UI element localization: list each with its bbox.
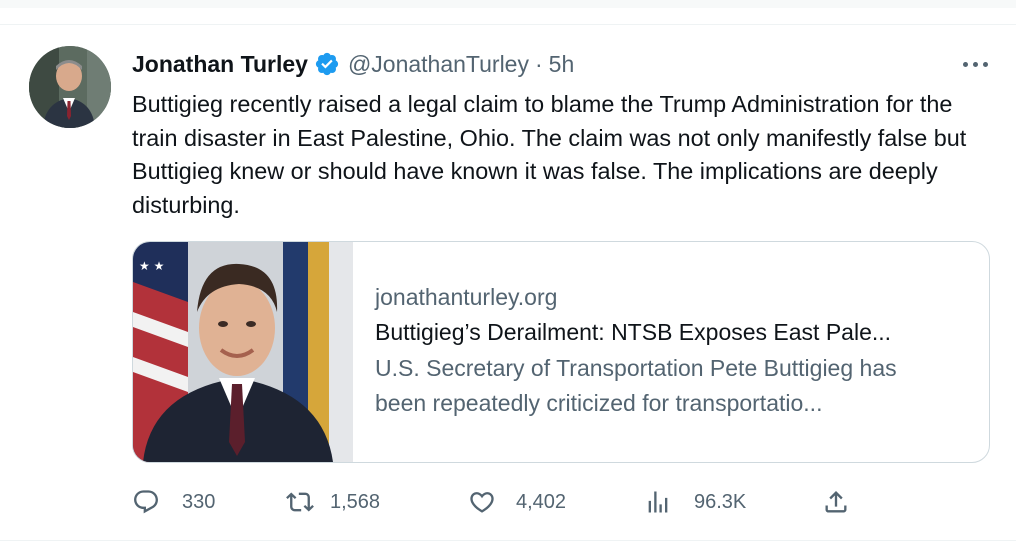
views-button[interactable]: 96.3K	[644, 486, 746, 518]
share-button[interactable]	[822, 486, 850, 518]
heart-icon	[468, 488, 496, 516]
tweet-header: Jonathan Turley @JonathanTurley · 5h	[132, 48, 574, 80]
reply-count: 330	[182, 490, 216, 513]
author-handle[interactable]: @JonathanTurley	[348, 51, 529, 78]
views-icon	[644, 488, 672, 516]
author-avatar[interactable]	[29, 46, 111, 128]
like-count: 4,402	[516, 490, 567, 513]
link-preview-card[interactable]: ★ ★ jonathanturley.org Buttigieg’s Derai…	[132, 241, 990, 463]
tweet-timestamp[interactable]: 5h	[549, 51, 575, 78]
views-count: 96.3K	[694, 490, 747, 513]
verified-badge-icon	[314, 51, 340, 77]
retweet-icon	[286, 488, 314, 516]
tweet-text: Buttigieg recently raised a legal claim …	[132, 91, 967, 218]
card-title: Buttigieg’s Derailment: NTSB Exposes Eas…	[375, 319, 892, 345]
author-name[interactable]: Jonathan Turley	[132, 51, 308, 78]
card-domain: jonathanturley.org	[375, 284, 558, 310]
retweet-count: 1,568	[330, 490, 381, 513]
reply-button[interactable]: 330	[132, 486, 215, 518]
reply-icon	[132, 488, 160, 516]
card-description: U.S. Secretary of Transportation Pete Bu…	[375, 355, 897, 416]
more-options-icon[interactable]	[955, 52, 995, 76]
svg-text:★ ★: ★ ★	[139, 259, 164, 273]
previous-tweet-edge	[0, 0, 1016, 8]
separator-dot: ·	[534, 50, 543, 77]
tweet-actions-bar: 330 1,568 4,402 96.3K	[132, 486, 872, 518]
card-body: jonathanturley.org Buttigieg’s Derailmen…	[375, 280, 975, 421]
like-button[interactable]: 4,402	[468, 486, 566, 518]
top-divider	[0, 24, 1016, 25]
bottom-divider	[0, 540, 1016, 541]
retweet-button[interactable]: 1,568	[286, 486, 380, 518]
share-icon	[822, 488, 850, 516]
card-thumbnail: ★ ★	[133, 242, 353, 462]
